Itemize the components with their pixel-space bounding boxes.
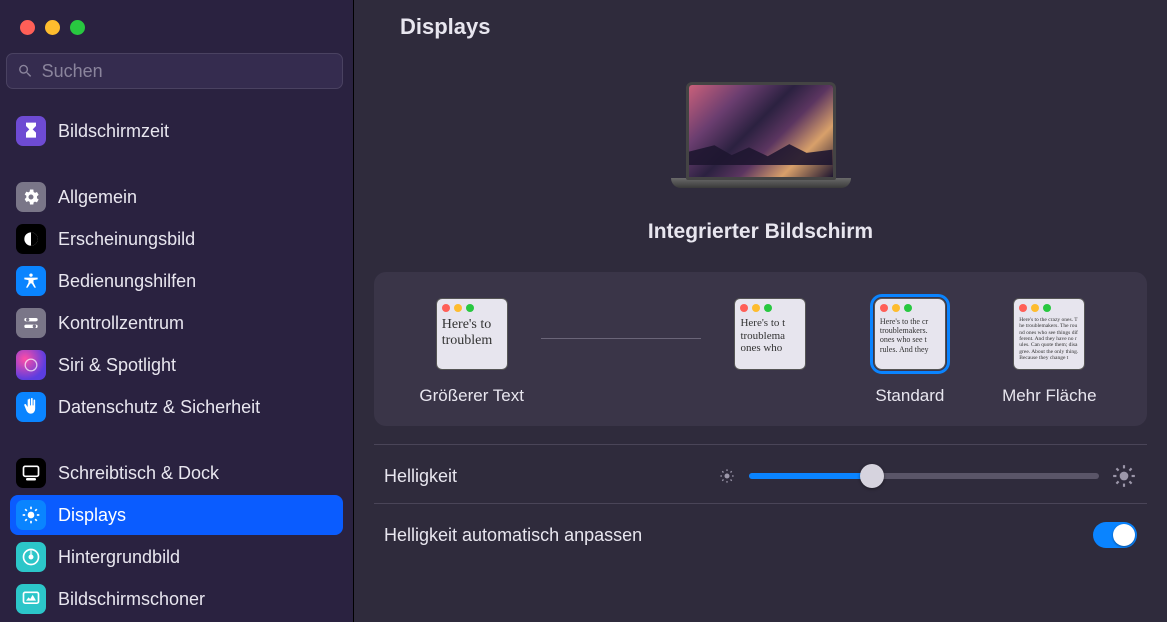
brightness-slider-thumb[interactable] [860, 464, 884, 488]
sidebar-item-label: Erscheinungsbild [58, 229, 195, 250]
gear-icon [16, 182, 46, 212]
accessibility-icon [16, 266, 46, 296]
maximize-window-button[interactable] [70, 20, 85, 35]
control-center-icon [16, 308, 46, 338]
sidebar-item-allgemein[interactable]: Allgemein [10, 177, 343, 217]
screensaver-icon [16, 584, 46, 614]
brightness-row: Helligkeit [374, 444, 1147, 503]
brightness-label: Helligkeit [384, 466, 457, 487]
brightness-high-icon [1111, 463, 1137, 489]
dock-icon [16, 458, 46, 488]
brightness-slider[interactable] [749, 473, 1099, 479]
auto-brightness-toggle[interactable] [1093, 522, 1137, 548]
resolution-label: Größerer Text [419, 386, 524, 406]
sidebar-item-siri[interactable]: Siri & Spotlight [10, 345, 343, 385]
hand-icon [16, 392, 46, 422]
hourglass-icon [16, 116, 46, 146]
sidebar-item-bildschirmschoner[interactable]: Bildschirmschoner [10, 579, 343, 619]
sidebar-item-label: Kontrollzentrum [58, 313, 184, 334]
sidebar-item-label: Allgemein [58, 187, 137, 208]
sidebar-item-datenschutz[interactable]: Datenschutz & Sicherheit [10, 387, 343, 427]
auto-brightness-label: Helligkeit automatisch anpassen [384, 525, 642, 546]
minimize-window-button[interactable] [45, 20, 60, 35]
brightness-icon [16, 500, 46, 530]
sidebar-item-label: Bedienungshilfen [58, 271, 196, 292]
resolution-label: Mehr Fläche [1002, 386, 1096, 406]
search-field[interactable] [6, 53, 343, 89]
window-controls [0, 0, 353, 53]
sidebar-item-label: Bildschirmschoner [58, 589, 205, 610]
search-input[interactable] [42, 61, 332, 82]
resolution-option-standard[interactable]: Here's to the crtroublemakers.ones who s… [840, 298, 979, 406]
sidebar-item-hintergrundbild[interactable]: Hintergrundbild [10, 537, 343, 577]
sidebar-item-kontrollzentrum[interactable]: Kontrollzentrum [10, 303, 343, 343]
siri-icon [16, 350, 46, 380]
resolution-separator [541, 338, 700, 339]
resolution-label: Standard [875, 386, 944, 406]
brightness-low-icon [717, 466, 737, 486]
appearance-icon [16, 224, 46, 254]
sidebar-item-displays[interactable]: Displays [10, 495, 343, 535]
sidebar-item-label: Bildschirmzeit [58, 121, 169, 142]
resolution-option-default-medium[interactable]: Here's to ttroublemaones who [701, 298, 840, 406]
search-container [0, 53, 353, 103]
sidebar-item-bildschirmzeit[interactable]: Bildschirmzeit [10, 111, 343, 151]
content-pane: Displays Integrierter Bildschirm Here's … [354, 0, 1167, 622]
sidebar-item-erscheinungsbild[interactable]: Erscheinungsbild [10, 219, 343, 259]
resolution-option-larger-text[interactable]: Here's totroublem Größerer Text [402, 298, 541, 406]
display-hero: Integrierter Bildschirm [354, 62, 1167, 272]
sidebar-item-bedienungshilfen[interactable]: Bedienungshilfen [10, 261, 343, 301]
sidebar-item-label: Datenschutz & Sicherheit [58, 397, 260, 418]
auto-brightness-row: Helligkeit automatisch anpassen [374, 503, 1147, 562]
display-preview[interactable] [671, 82, 851, 194]
search-icon [17, 62, 34, 80]
sidebar-nav: Fokus Bildschirmzeit Allgemein Erscheinu… [0, 103, 353, 622]
display-name: Integrierter Bildschirm [648, 220, 873, 244]
resolution-option-more-space[interactable]: Here's to the crazy ones. The troublemak… [980, 298, 1119, 406]
sidebar-item-label: Displays [58, 505, 126, 526]
resolution-panel: Here's totroublem Größerer Text Here's t… [374, 272, 1147, 426]
sidebar: Fokus Bildschirmzeit Allgemein Erscheinu… [0, 0, 354, 622]
sidebar-item-label: Hintergrundbild [58, 547, 180, 568]
sidebar-item-label: Schreibtisch & Dock [58, 463, 219, 484]
wallpaper-icon [16, 542, 46, 572]
close-window-button[interactable] [20, 20, 35, 35]
page-title: Displays [354, 0, 1167, 62]
sidebar-item-schreibtisch-dock[interactable]: Schreibtisch & Dock [10, 453, 343, 493]
sidebar-item-label: Siri & Spotlight [58, 355, 176, 376]
